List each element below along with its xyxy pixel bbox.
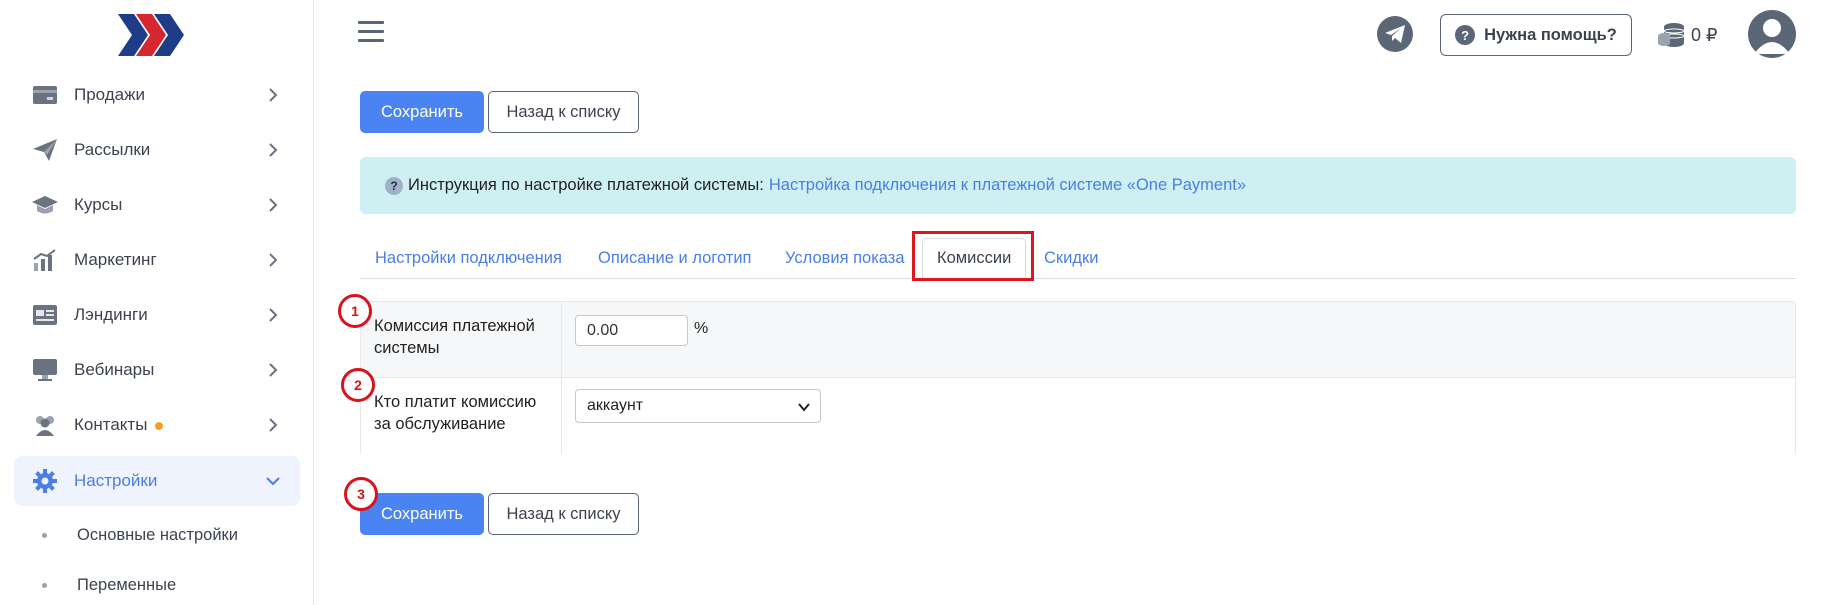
balance[interactable]: 0 ₽ [1657,20,1717,50]
form-row-payer: Кто платит комиссию за обслуживание акка… [361,378,1795,455]
annotation-marker-3: 3 [344,477,378,511]
question-icon: ? [1455,25,1476,45]
sidebar-item-label: Настройки [74,471,158,490]
sidebar-item-settings[interactable]: Настройки [14,456,300,506]
chevron-right-icon [264,196,282,214]
sidebar-item-label: Маркетинг [74,250,157,269]
sidebar-item-label: Вебинары [74,360,155,379]
paper-plane-icon [32,137,58,163]
help-button-label: Нужна помощь? [1484,25,1617,44]
chevron-down-icon [264,472,282,490]
chevron-down-icon [798,403,810,412]
sidebar-item-label: Лэндинги [74,305,148,324]
sidebar-item-webinars[interactable]: Вебинары [14,345,300,395]
tab-description-logo[interactable]: Описание и логотип [598,238,751,278]
sidebar-item-landings[interactable]: Лэндинги [14,290,300,340]
save-button-bottom[interactable]: Сохранить [360,493,484,535]
tab-discounts[interactable]: Скидки [1044,238,1098,278]
sidebar-item-label: Рассылки [74,140,151,159]
telegram-button[interactable] [1377,16,1413,52]
question-circle-icon: ? [385,176,403,195]
tab-highlight-box [912,231,1034,281]
chevron-right-icon [264,86,282,104]
landing-page-icon [32,302,58,328]
sidebar-item-sales[interactable]: Продажи [14,70,300,120]
telegram-icon [1385,25,1405,43]
card-icon [32,82,58,108]
percent-unit: % [694,320,709,337]
graduation-cap-icon [32,192,58,218]
gear-icon [32,468,58,494]
sidebar-subitem-label: Переменные [77,575,177,594]
back-to-list-button-top[interactable]: Назад к списку [488,91,639,133]
payer-select-value: аккаунт [587,397,644,414]
tabs-divider [360,278,1796,279]
annotation-marker-1: 1 [338,294,372,328]
logo [118,14,184,56]
sidebar-item-label: Контакты [74,415,264,435]
alert-text: Инструкция по настройке платежной систем… [408,176,764,194]
back-to-list-button-bottom[interactable]: Назад к списку [488,493,639,535]
menu-toggle-icon[interactable] [358,20,386,44]
sidebar-subitem-main-settings[interactable]: Основные настройки [42,520,238,550]
commission-input[interactable]: 0.00 [575,315,688,346]
sidebar-subitem-variables[interactable]: Переменные [42,570,176,600]
coins-icon [1658,23,1685,47]
user-icon [1754,19,1790,54]
annotation-marker-2: 2 [341,368,375,402]
payer-label: Кто платит комиссию за обслуживание [374,393,537,433]
bar-chart-icon [32,247,58,273]
monitor-icon [32,357,58,383]
column-divider [561,302,562,454]
sidebar-item-mailings[interactable]: Рассылки [14,125,300,175]
bullet-icon [42,532,47,538]
sidebar-item-label: Курсы [74,195,123,214]
commission-label: Комиссия платежной системы [374,317,535,357]
tab-display-conditions[interactable]: Условия показа [785,238,905,278]
help-button[interactable]: ? Нужна помощь? [1440,14,1632,56]
notification-dot [155,421,164,430]
bullet-icon [42,582,47,588]
chevron-right-icon [264,251,282,269]
instruction-alert: ? Инструкция по настройке платежной сист… [360,157,1796,214]
users-icon [32,412,58,438]
sidebar-item-label: Продажи [74,85,145,104]
payer-select[interactable]: аккаунт [575,389,821,423]
commission-form: Комиссия платежной системы 0.00 % Кто пл… [360,301,1796,455]
instruction-link[interactable]: Настройка подключения к платежной систем… [769,176,1246,195]
sidebar-item-contacts[interactable]: Контакты [14,400,300,450]
chevron-right-icon [264,361,282,379]
form-row-commission: Комиссия платежной системы 0.00 % [361,302,1795,378]
chevron-right-icon [264,416,282,434]
sidebar-item-marketing[interactable]: Маркетинг [14,235,300,285]
sidebar-subitem-label: Основные настройки [77,525,238,544]
sidebar-item-courses[interactable]: Курсы [14,180,300,230]
save-button-top[interactable]: Сохранить [360,91,484,133]
avatar[interactable] [1748,10,1796,58]
sidebar: Продажи Рассылки Курсы Маркетинг Лэндинг… [0,0,314,605]
chevron-right-icon [264,306,282,324]
chevron-right-icon [264,141,282,159]
app-root: Продажи Рассылки Курсы Маркетинг Лэндинг… [0,0,1829,605]
balance-amount: 0 ₽ [1691,24,1718,45]
tab-connection-settings[interactable]: Настройки подключения [375,238,562,278]
